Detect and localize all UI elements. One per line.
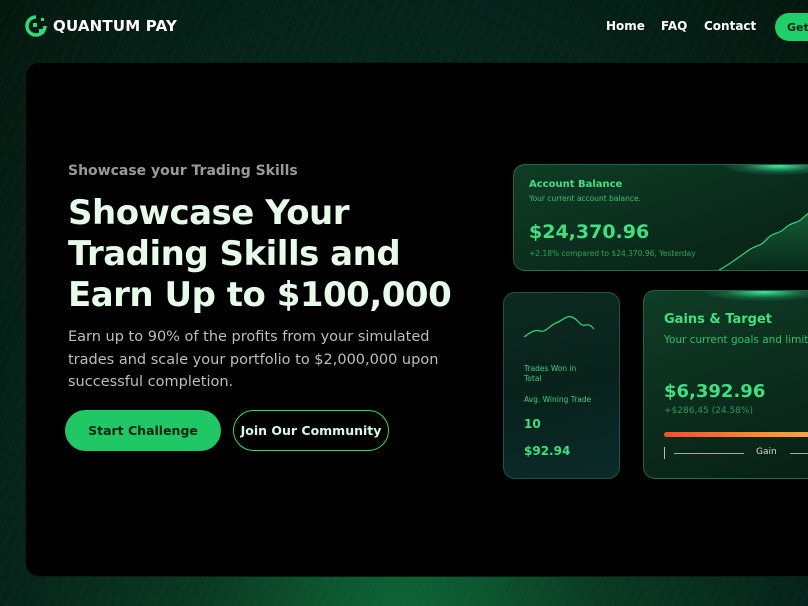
gain-label: Gain xyxy=(756,447,777,457)
nav-link-home[interactable]: Home xyxy=(606,19,645,33)
top-navbar: QUANTUM PAY Home FAQ Contact Get S xyxy=(0,0,808,56)
balance-area-chart xyxy=(718,213,808,270)
card-glow xyxy=(724,165,808,175)
headline-line-3: Earn Up to $100,000 xyxy=(68,275,452,315)
balance-title: Account Balance xyxy=(529,179,623,190)
scale-tick xyxy=(664,447,665,459)
balance-subtitle: Your current account balance. xyxy=(529,194,642,203)
trades-line-chart xyxy=(523,316,594,338)
trades-won-label: Trades Won in Total xyxy=(524,364,577,383)
gains-subtitle: Your current goals and limits xyxy=(664,334,808,346)
start-challenge-button[interactable]: Start Challenge xyxy=(65,410,221,451)
gains-title: Gains & Target xyxy=(664,312,772,327)
brand-logo[interactable]: QUANTUM PAY xyxy=(25,15,177,37)
account-balance-card: Account Balance Your current account bal… xyxy=(513,164,808,271)
headline-line-1: Showcase Your xyxy=(68,193,350,233)
avg-winning-trade-value: $92.94 xyxy=(524,444,571,458)
gains-progress-bar xyxy=(664,432,808,437)
hero-eyebrow: Showcase your Trading Skills xyxy=(68,163,298,179)
card-glow xyxy=(704,291,808,301)
quantum-logo-icon xyxy=(25,15,47,37)
trades-stats-card: Trades Won in Total Avg. Wining Trade 10… xyxy=(503,292,620,479)
get-started-button[interactable]: Get S xyxy=(775,13,808,41)
hero-headline: Showcase Your Trading Skills and Earn Up… xyxy=(68,193,468,316)
scale-line-left xyxy=(674,453,744,454)
balance-change: +2.18% compared to $24,370.96, Yesterday xyxy=(529,249,696,258)
nav-link-contact[interactable]: Contact xyxy=(704,19,756,33)
hero-description: Earn up to 90% of the profits from your … xyxy=(68,329,439,390)
join-community-button[interactable]: Join Our Community xyxy=(233,410,389,451)
nav-link-faq[interactable]: FAQ xyxy=(661,19,687,33)
gains-value: $6,392.96 xyxy=(664,381,766,402)
balance-value: $24,370.96 xyxy=(529,221,650,243)
gains-target-card: Gains & Target Your current goals and li… xyxy=(643,290,808,479)
headline-line-2: Trading Skills and xyxy=(68,234,401,274)
hero-section: Showcase your Trading Skills Showcase Yo… xyxy=(25,62,808,577)
gains-change: +$286,45 (24.58%) xyxy=(664,406,753,416)
trades-won-value: 10 xyxy=(524,417,541,431)
avg-winning-trade-label: Avg. Wining Trade xyxy=(524,395,592,404)
brand-name: QUANTUM PAY xyxy=(53,17,178,35)
scale-line-right xyxy=(790,453,808,454)
gains-scale: Gain xyxy=(664,447,808,461)
